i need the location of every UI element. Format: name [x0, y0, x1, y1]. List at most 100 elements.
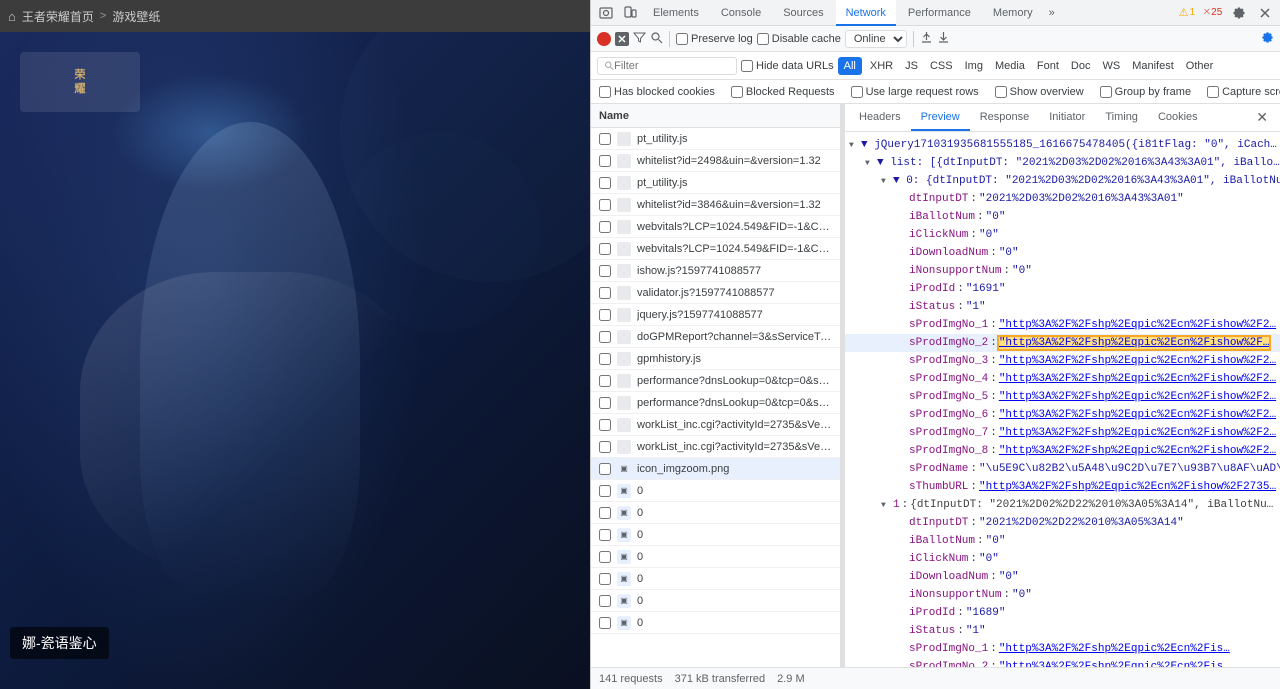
- large-rows-checkbox[interactable]: [851, 86, 863, 98]
- group-by-frame-label[interactable]: Group by frame: [1100, 86, 1191, 98]
- tab-timing[interactable]: Timing: [1095, 104, 1148, 131]
- request-checkbox[interactable]: [599, 617, 611, 629]
- preserve-log-checkbox[interactable]: [676, 33, 688, 45]
- breadcrumb-page[interactable]: 游戏壁纸: [112, 8, 160, 25]
- request-checkbox[interactable]: [599, 221, 611, 233]
- json-value[interactable]: "http%3A%2F%2Fshp%2Eqpic%2Ecn%2Fishow%2F…: [999, 445, 1276, 457]
- filter-icon[interactable]: [633, 31, 646, 47]
- request-item[interactable]: jquery.js?1597741088577: [591, 304, 840, 326]
- request-item[interactable]: ▣0: [591, 524, 840, 546]
- json-arrow[interactable]: [881, 499, 893, 511]
- tab-preview[interactable]: Preview: [911, 104, 970, 131]
- show-overview-label[interactable]: Show overview: [995, 86, 1084, 98]
- request-item[interactable]: gpmhistory.js: [591, 348, 840, 370]
- json-arrow[interactable]: [881, 175, 893, 187]
- request-checkbox[interactable]: [599, 287, 611, 299]
- json-value[interactable]: "http%3A%2F%2Fshp%2Eqpic%2Ecn%2Fis…: [999, 643, 1230, 655]
- tab-initiator[interactable]: Initiator: [1039, 104, 1095, 131]
- request-checkbox[interactable]: [599, 551, 611, 563]
- request-checkbox[interactable]: [599, 573, 611, 585]
- json-value[interactable]: "http%3A%2F%2Fshp%2Eqpic%2Ecn%2Fishow%2F…: [999, 319, 1276, 331]
- json-viewer[interactable]: ▼ jQuery171031935681555185_1616675478405…: [845, 132, 1280, 667]
- request-item[interactable]: validator.js?1597741088577: [591, 282, 840, 304]
- filter-js[interactable]: JS: [901, 59, 922, 73]
- request-item[interactable]: ▣0: [591, 568, 840, 590]
- tab-headers[interactable]: Headers: [849, 104, 911, 131]
- large-rows-label[interactable]: Use large request rows: [851, 86, 979, 98]
- preserve-log-label[interactable]: Preserve log: [676, 33, 753, 45]
- request-item[interactable]: performance?dnsLookup=0&tcp=0&ss…: [591, 370, 840, 392]
- json-value[interactable]: "http%3A%2F%2Fshp%2Eqpic%2Ecn%2Fishow%2F…: [999, 427, 1276, 439]
- has-blocked-label[interactable]: Has blocked cookies: [599, 86, 715, 98]
- filter-media[interactable]: Media: [991, 59, 1029, 73]
- filter-all-button[interactable]: All: [838, 57, 862, 75]
- show-overview-checkbox[interactable]: [995, 86, 1007, 98]
- request-checkbox[interactable]: [599, 177, 611, 189]
- request-item[interactable]: doGPMReport?channel=3&sServiceTyp…: [591, 326, 840, 348]
- request-checkbox[interactable]: [599, 485, 611, 497]
- request-item[interactable]: ▣0: [591, 480, 840, 502]
- filter-doc[interactable]: Doc: [1067, 59, 1095, 73]
- request-checkbox[interactable]: [599, 507, 611, 519]
- tab-performance[interactable]: Performance: [898, 0, 981, 26]
- has-blocked-checkbox[interactable]: [599, 86, 611, 98]
- request-checkbox[interactable]: [599, 199, 611, 211]
- record-button[interactable]: [597, 32, 611, 46]
- request-checkbox[interactable]: [599, 595, 611, 607]
- request-checkbox[interactable]: [599, 397, 611, 409]
- filter-font[interactable]: Font: [1033, 59, 1063, 73]
- request-item[interactable]: performance?dnsLookup=0&tcp=0&ss…: [591, 392, 840, 414]
- filter-other[interactable]: Other: [1182, 59, 1218, 73]
- request-item[interactable]: pt_utility.js: [591, 128, 840, 150]
- group-by-frame-checkbox[interactable]: [1100, 86, 1112, 98]
- filter-xhr[interactable]: XHR: [866, 59, 897, 73]
- json-value[interactable]: "http%3A%2F%2Fshp%2Eqpic%2Ecn%2Fishow%2F…: [999, 391, 1276, 403]
- tab-sources[interactable]: Sources: [773, 0, 833, 26]
- request-checkbox[interactable]: [599, 133, 611, 145]
- request-checkbox[interactable]: [599, 463, 611, 475]
- network-settings-icon[interactable]: [1261, 31, 1274, 47]
- request-checkbox[interactable]: [599, 309, 611, 321]
- request-item[interactable]: pt_utility.js: [591, 172, 840, 194]
- hide-data-urls-checkbox[interactable]: [741, 60, 753, 72]
- request-checkbox[interactable]: [599, 265, 611, 277]
- request-item[interactable]: ▣0: [591, 546, 840, 568]
- error-badge[interactable]: 🞩 25: [1202, 2, 1224, 24]
- breadcrumb-home[interactable]: 王者荣耀首页: [22, 8, 94, 25]
- request-item[interactable]: ▣0: [591, 590, 840, 612]
- request-item[interactable]: workList_inc.cgi?activityId=2735&sVeri…: [591, 414, 840, 436]
- filter-ws[interactable]: WS: [1098, 59, 1124, 73]
- request-checkbox[interactable]: [599, 441, 611, 453]
- blocked-req-checkbox[interactable]: [731, 86, 743, 98]
- screenshot-icon[interactable]: [595, 2, 617, 24]
- request-checkbox[interactable]: [599, 419, 611, 431]
- request-item[interactable]: ▣icon_imgzoom.png: [591, 458, 840, 480]
- request-checkbox[interactable]: [599, 243, 611, 255]
- request-checkbox[interactable]: [599, 353, 611, 365]
- requests-list[interactable]: pt_utility.jswhitelist?id=2498&uin=&vers…: [591, 128, 840, 667]
- request-item[interactable]: whitelist?id=2498&uin=&version=1.32: [591, 150, 840, 172]
- json-value[interactable]: "http%3A%2F%2Fshp%2Eqpic%2Ecn%2Fishow%2F…: [999, 337, 1270, 349]
- tab-network[interactable]: Network: [836, 0, 896, 26]
- request-item[interactable]: workList_inc.cgi?activityId=2735&sVeri…: [591, 436, 840, 458]
- close-response-icon[interactable]: ✕: [1248, 104, 1276, 131]
- request-item[interactable]: webvitals?LCP=1024.549&FID=-1&CLS: [591, 238, 840, 260]
- json-value[interactable]: "http%3A%2F%2Fshp%2Eqpic%2Ecn%2Fishow%2F…: [979, 481, 1276, 493]
- json-value[interactable]: "http%3A%2F%2Fshp%2Eqpic%2Ecn%2Fishow%2F…: [999, 355, 1276, 367]
- json-value[interactable]: "http%3A%2F%2Fshp%2Eqpic%2Ecn%2Fishow%2F…: [999, 409, 1276, 421]
- json-arrow[interactable]: [865, 157, 877, 169]
- disable-cache-label[interactable]: Disable cache: [757, 33, 841, 45]
- filter-input[interactable]: [614, 60, 730, 72]
- filter-css[interactable]: CSS: [926, 59, 957, 73]
- capture-screenshots-label[interactable]: Capture screenshots: [1207, 86, 1280, 98]
- filter-manifest[interactable]: Manifest: [1128, 59, 1178, 73]
- hide-data-urls-label[interactable]: Hide data URLs: [741, 60, 834, 72]
- request-item[interactable]: ishow.js?1597741088577: [591, 260, 840, 282]
- device-toggle-icon[interactable]: [619, 2, 641, 24]
- request-checkbox[interactable]: [599, 529, 611, 541]
- request-item[interactable]: ▣0: [591, 502, 840, 524]
- blocked-req-label[interactable]: Blocked Requests: [731, 86, 835, 98]
- request-item[interactable]: ▣0: [591, 612, 840, 634]
- request-checkbox[interactable]: [599, 375, 611, 387]
- tab-elements[interactable]: Elements: [643, 0, 709, 26]
